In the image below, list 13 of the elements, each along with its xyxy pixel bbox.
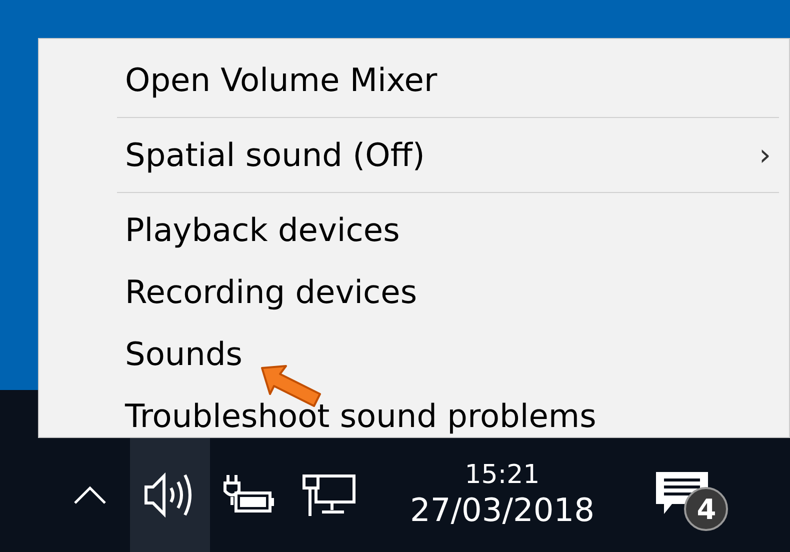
notification-count: 4 xyxy=(684,487,728,531)
menu-item[interactable]: Troubleshoot sound problems xyxy=(39,385,789,447)
menu-item[interactable]: Spatial sound (Off) › xyxy=(39,124,789,186)
menu-item[interactable]: Open Volume Mixer xyxy=(39,49,789,111)
tray-button[interactable] xyxy=(130,438,210,552)
menu-item[interactable]: Sounds xyxy=(39,323,789,385)
menu-item[interactable]: Playback devices xyxy=(39,199,789,261)
clock-button[interactable]: 15:21 27/03/2018 xyxy=(410,460,594,530)
submenu-arrow: › xyxy=(759,138,771,172)
chevron-up-icon xyxy=(73,485,107,505)
notification-button[interactable]: 4 xyxy=(654,455,744,535)
menu-item[interactable]: Recording devices xyxy=(39,261,789,323)
network-computer-icon xyxy=(302,472,358,518)
